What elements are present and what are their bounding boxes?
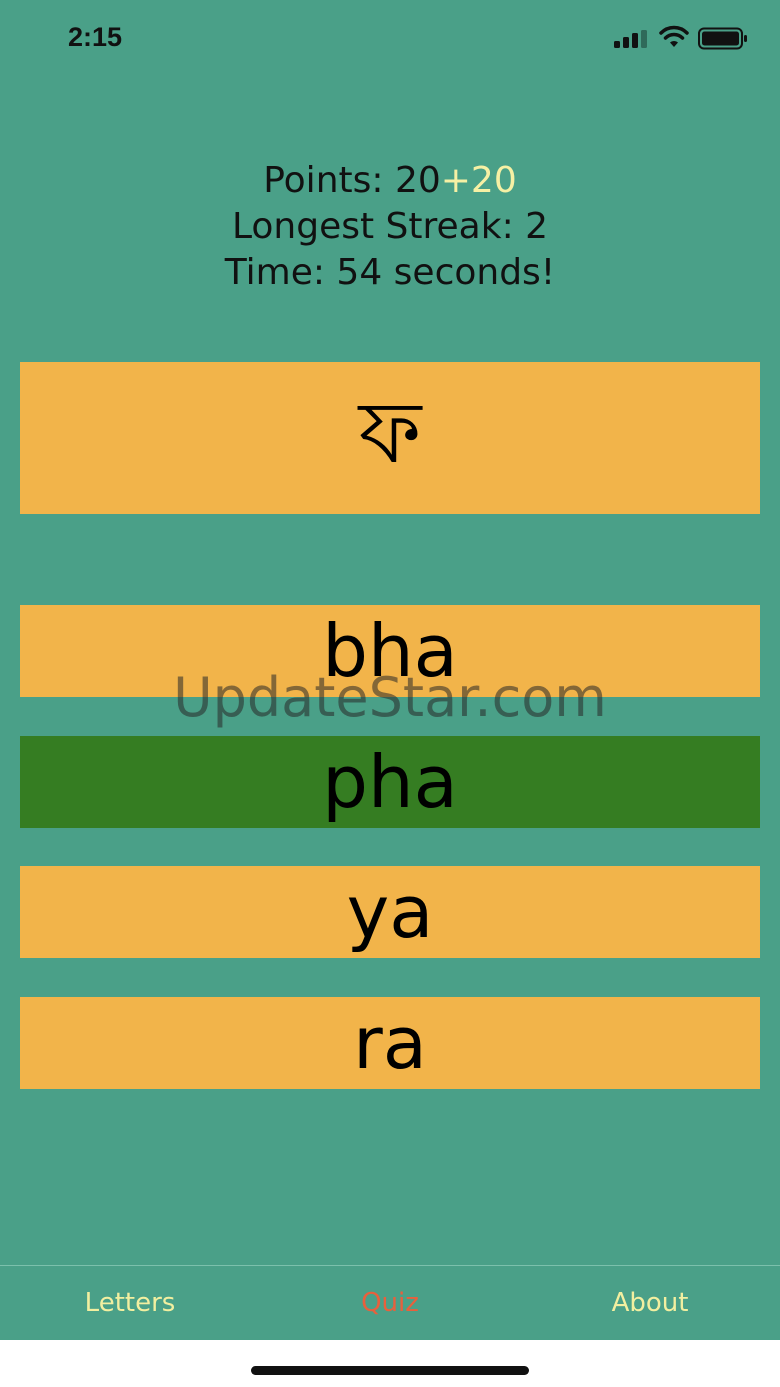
answer-option-2-correct[interactable]: pha (20, 736, 760, 828)
status-time: 2:15 (68, 22, 123, 52)
answer-label: ya (346, 870, 434, 954)
cellular-signal-icon (614, 30, 652, 48)
tab-letters[interactable]: Letters (30, 1288, 230, 1318)
battery-icon (698, 27, 747, 50)
longest-streak: Longest Streak: 2 (231, 206, 549, 247)
question-letter: ফ (358, 382, 422, 483)
answer-label: ra (353, 1001, 427, 1085)
wifi-icon (659, 25, 689, 47)
tab-bar: Letters Quiz About (0, 1265, 780, 1340)
answer-option-1[interactable]: bha (20, 605, 760, 697)
answer-label: pha (322, 740, 458, 824)
question-letter-card: ফ (20, 362, 760, 514)
elapsed-time: Time: 54 seconds! (224, 252, 556, 293)
status-bar: 2:15 (0, 0, 780, 80)
points-value: 20 (394, 160, 441, 201)
tab-quiz[interactable]: Quiz (290, 1288, 490, 1318)
quiz-screen: 2:15 Points: 20+20 Longest Streak: 2 Tim… (0, 0, 780, 1340)
answer-option-3[interactable]: ya (20, 866, 760, 958)
points-bonus: +20 (440, 160, 517, 201)
tab-about[interactable]: About (550, 1288, 750, 1318)
points-label: Points: (263, 160, 395, 201)
points-line: Points: 20+20 (0, 158, 780, 204)
answer-option-4[interactable]: ra (20, 997, 760, 1089)
score-summary: Points: 20+20 Longest Streak: 2 Time: 54… (0, 158, 780, 296)
answer-label: bha (322, 609, 458, 693)
home-indicator[interactable] (251, 1366, 529, 1375)
